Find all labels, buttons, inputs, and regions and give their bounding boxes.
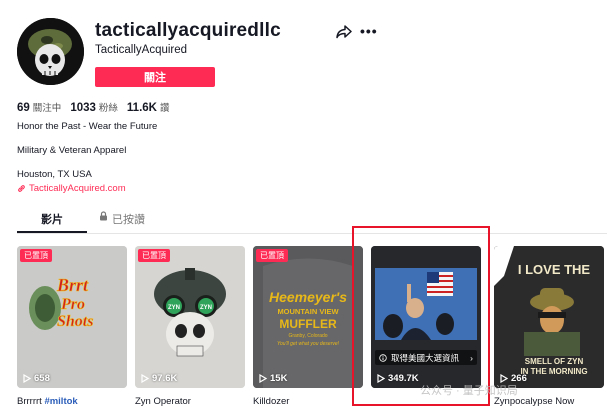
video-caption[interactable]: Killdozer [253, 396, 289, 407]
art-text: MUFFLER [279, 317, 337, 331]
view-count-value: 15K [270, 373, 288, 384]
view-count-value: 97.6K [152, 373, 178, 384]
bio-link-text[interactable]: TacticallyAcquired.com [29, 183, 126, 194]
followers-count[interactable]: 1033 [70, 102, 96, 114]
view-count: 97.6K [141, 373, 177, 384]
art-text: IN THE MORNING [520, 367, 587, 376]
play-icon [141, 374, 149, 383]
art-text: ZYN [168, 305, 180, 311]
art-text: SMELL OF ZYN [525, 357, 584, 366]
likes-label: 讚 [159, 103, 170, 114]
pinned-badge: 已置頂 [138, 249, 170, 262]
video-card[interactable]: Heemeyer's MOUNTAIN VIEW MUFFLER Granby,… [253, 246, 363, 388]
link-icon [18, 185, 25, 192]
followers-label: 粉絲 [98, 103, 118, 114]
video-thumbnail: Brrt Pro Shots [17, 246, 127, 388]
watermark: 公众号 · 量子知识局 [420, 382, 518, 398]
art-text: Heemeyer's [269, 289, 347, 305]
hashtag-link[interactable]: #miltok [44, 396, 77, 407]
pinned-badge: 已置頂 [256, 249, 288, 262]
following-count[interactable]: 69 [17, 102, 30, 114]
avatar[interactable] [17, 18, 84, 85]
art-text: Brrt [56, 275, 89, 295]
view-count: 658 [23, 373, 50, 384]
bio-link[interactable]: TacticallyAcquired.com [17, 183, 126, 194]
video-thumbnail: ZYN ZYN [135, 246, 245, 388]
likes-count: 11.6K [126, 102, 157, 114]
art-text: MOUNTAIN VIEW [277, 307, 339, 316]
tab-liked-label: 已按讚 [112, 214, 145, 226]
bio-line-2: Military & Veteran Apparel [17, 145, 127, 156]
profile-nickname: TacticallyAcquired [95, 44, 188, 56]
share-icon[interactable] [336, 25, 352, 39]
play-icon [23, 374, 31, 383]
watermark-text: 公众号 · 量子知识局 [420, 385, 518, 397]
video-thumbnail: Heemeyer's MOUNTAIN VIEW MUFFLER Granby,… [253, 246, 363, 388]
art-text: Granby, Colorado [288, 333, 327, 339]
profile-stats: 69 關注中 1033 粉絲 11.6K 讚 [17, 100, 179, 114]
highlight-box [352, 226, 490, 406]
profile-tabs: 影片 已按讚 [17, 211, 157, 233]
video-thumbnail: I LOVE THE SMELL OF ZYN IN THE MORNING [494, 246, 604, 388]
video-card[interactable]: ZYN ZYN 已置頂 97.6K [135, 246, 245, 388]
tab-liked[interactable]: 已按讚 [87, 211, 157, 233]
more-options-icon[interactable]: ••• [360, 24, 378, 38]
art-text: Pro [60, 296, 85, 313]
profile-username: tacticallyacquiredllc [95, 20, 281, 41]
tabs-divider [17, 233, 607, 234]
video-card[interactable]: Brrt Pro Shots 已置頂 658 [17, 246, 127, 388]
follow-button[interactable]: 關注 [95, 67, 215, 87]
lock-icon [100, 211, 107, 221]
art-text: Shots [57, 313, 93, 330]
play-icon [259, 374, 267, 383]
video-caption[interactable]: Brrrrrt #miltok [17, 396, 78, 407]
following-label: 關注中 [32, 103, 62, 114]
tab-videos-label: 影片 [41, 214, 63, 226]
bio-line-1: Honor the Past - Wear the Future [17, 121, 158, 132]
art-text: ZYN [200, 305, 212, 311]
bio-line-3: Houston, TX USA [17, 169, 92, 180]
caption-text: Brrrrrt [17, 396, 45, 407]
video-caption[interactable]: Zyn Operator [135, 396, 191, 407]
art-text: I LOVE THE [518, 262, 591, 277]
video-card[interactable]: I LOVE THE SMELL OF ZYN IN THE MORNING 2… [494, 246, 604, 388]
view-count: 15K [259, 373, 287, 384]
tab-videos[interactable]: 影片 [17, 211, 87, 233]
art-text: You'll get what you deserve! [277, 341, 340, 347]
view-count-value: 658 [34, 373, 50, 384]
pinned-badge: 已置頂 [20, 249, 52, 262]
